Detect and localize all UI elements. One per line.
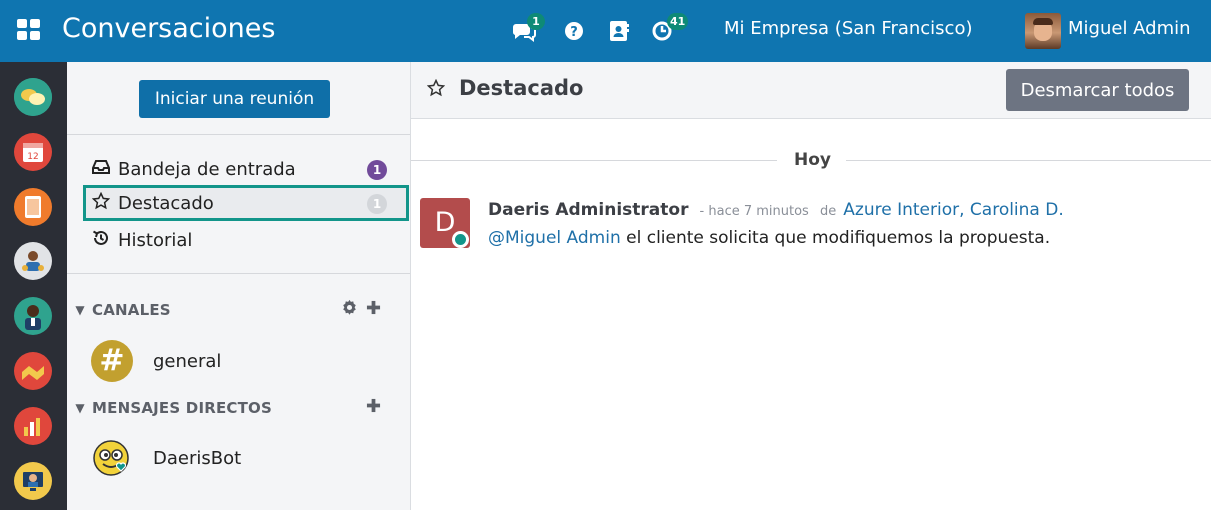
date-separator-line — [846, 160, 1211, 161]
user-avatar[interactable] — [1025, 13, 1061, 49]
thread-title: Destacado — [459, 76, 584, 100]
user-menu[interactable]: Miguel Admin — [1068, 18, 1191, 39]
crm-app-icon[interactable] — [14, 352, 52, 390]
svg-text:12: 12 — [27, 152, 38, 162]
mailbox-label: Bandeja de entrada — [118, 158, 296, 180]
hashtag-icon: # — [91, 340, 133, 382]
activity-icon[interactable]: 41 — [651, 13, 689, 44]
channel-general[interactable]: # general — [91, 339, 221, 383]
date-separator-line — [411, 160, 777, 161]
help-icon[interactable]: ? — [563, 18, 589, 44]
activity-badge: 41 — [667, 13, 689, 30]
chat-label: DaerisBot — [153, 447, 242, 469]
discuss-sidebar: Iniciar una reunión Bandeja de entrada 1… — [67, 62, 411, 510]
website-app-icon[interactable] — [14, 462, 52, 500]
mailbox-inbox[interactable]: Bandeja de entrada 1 — [83, 151, 409, 187]
channels-title: CANALES — [92, 301, 171, 319]
mailbox-label: Destacado — [118, 192, 214, 214]
svg-text:?: ? — [570, 25, 578, 40]
message-text: el cliente solicita que modifiquemos la … — [620, 228, 1051, 248]
channels-section-header[interactable]: ▼ CANALES — [71, 299, 401, 321]
mailbox-starred[interactable]: Destacado 1 — [83, 185, 409, 221]
message-date: - hace 7 minutos — [699, 204, 809, 219]
chevron-down-icon[interactable]: ▼ — [71, 303, 89, 317]
message-author[interactable]: Daeris Administrator — [488, 200, 688, 220]
app-title: Conversaciones — [62, 13, 276, 44]
message-recipient-prefix: de — [819, 204, 837, 219]
sales-app-icon[interactable] — [14, 407, 52, 445]
online-status-icon — [452, 231, 469, 248]
direct-messages-section-header[interactable]: ▼ MENSAJES DIRECTOS — [71, 397, 401, 419]
divider — [67, 134, 410, 135]
calendar-app-icon[interactable]: 12 — [14, 133, 52, 171]
start-meeting-button[interactable]: Iniciar una reunión — [139, 80, 330, 118]
inbox-icon — [92, 159, 112, 179]
direct-messages-title: MENSAJES DIRECTOS — [92, 399, 273, 417]
bot-avatar — [91, 437, 133, 479]
unstar-all-button[interactable]: Desmarcar todos — [1006, 69, 1189, 111]
date-separator-label: Hoy — [794, 150, 831, 170]
top-navbar: Conversaciones 1 ? 41 Mi Empresa (San Fr… — [0, 0, 1211, 62]
mailbox-label: Historial — [118, 229, 193, 251]
gear-icon[interactable] — [341, 299, 358, 321]
app-rail: 12 — [0, 62, 67, 510]
discuss-app-icon[interactable] — [14, 78, 52, 116]
chat-badge: 1 — [527, 13, 545, 30]
channel-label: general — [153, 350, 222, 372]
employees-app-icon[interactable] — [14, 297, 52, 335]
notes-app-icon[interactable] — [14, 188, 52, 226]
star-icon — [91, 191, 112, 214]
starred-counter: 1 — [367, 194, 387, 214]
thread-header: Destacado Desmarcar todos — [411, 62, 1211, 119]
contacts-app-icon[interactable] — [14, 242, 52, 280]
chat-icon[interactable]: 1 — [511, 13, 545, 44]
divider — [67, 273, 410, 274]
history-icon — [92, 229, 112, 251]
user-mention[interactable]: @Miguel Admin — [488, 228, 621, 248]
mailbox-history[interactable]: Historial — [83, 222, 409, 258]
chat-daerisbot[interactable]: DaerisBot — [91, 436, 241, 480]
add-chat-icon[interactable] — [366, 397, 381, 418]
apps-menu-icon[interactable] — [17, 19, 41, 41]
star-icon — [426, 78, 446, 102]
message-header: Daeris Administrator - hace 7 minutos de… — [488, 200, 1064, 220]
inbox-counter: 1 — [367, 160, 387, 180]
contacts-icon[interactable] — [607, 18, 633, 44]
message-recipients[interactable]: Azure Interior, Carolina D. — [843, 200, 1063, 220]
message-body: @Miguel Admin el cliente solicita que mo… — [488, 228, 1050, 248]
company-switcher[interactable]: Mi Empresa (San Francisco) — [724, 18, 973, 39]
chevron-down-icon[interactable]: ▼ — [71, 401, 89, 415]
add-channel-icon[interactable] — [366, 299, 381, 321]
